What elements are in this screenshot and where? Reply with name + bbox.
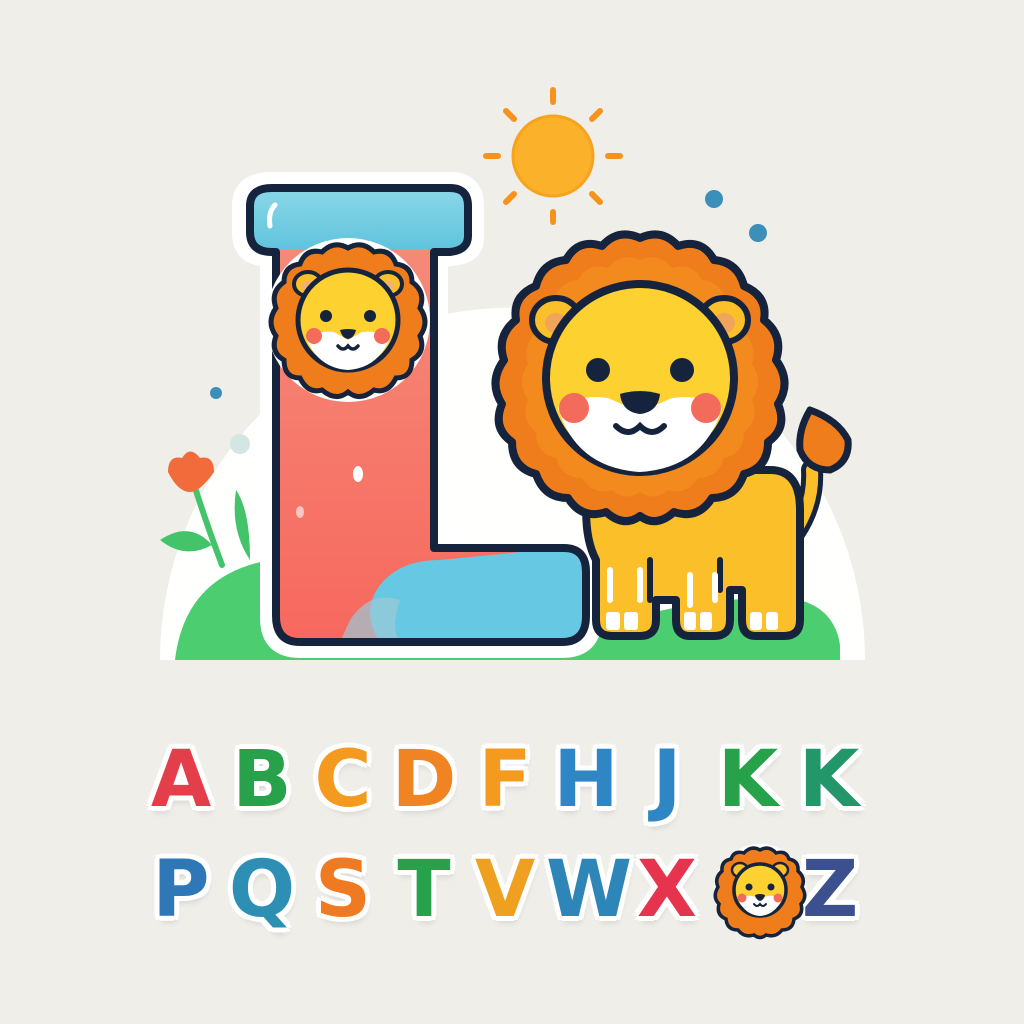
alphabet-letter: S [314, 845, 372, 935]
alphabet-row-2: PQSTVWXZ [0, 840, 1024, 940]
letter-l-scene [160, 87, 865, 660]
lion-face-icon [266, 238, 430, 402]
alphabet-letter: J [652, 735, 682, 825]
alphabet-row-1: ABCDFHJKK [0, 730, 1024, 830]
alphabet-letter: W [546, 845, 633, 935]
alphabet-letter: H [553, 735, 619, 825]
alphabet-letter: X [636, 845, 698, 935]
illustration: ABCDFHJKK PQSTVWXZ [0, 0, 1024, 1024]
alphabet-letter: A [150, 735, 212, 825]
alphabet-letter: D [391, 735, 457, 825]
alphabet-letter: P [152, 845, 210, 935]
lion-face-icon [713, 844, 807, 940]
alphabet-letter: K [717, 735, 779, 825]
alphabet-letter: F [478, 735, 532, 825]
alphabet-letter: K [798, 735, 860, 825]
alphabet-letter: B [232, 735, 292, 825]
alphabet-letter: T [397, 845, 451, 935]
alphabet-letter: C [314, 735, 372, 825]
alphabet-letter: Q [228, 845, 296, 935]
alphabet-letter: V [474, 845, 536, 935]
